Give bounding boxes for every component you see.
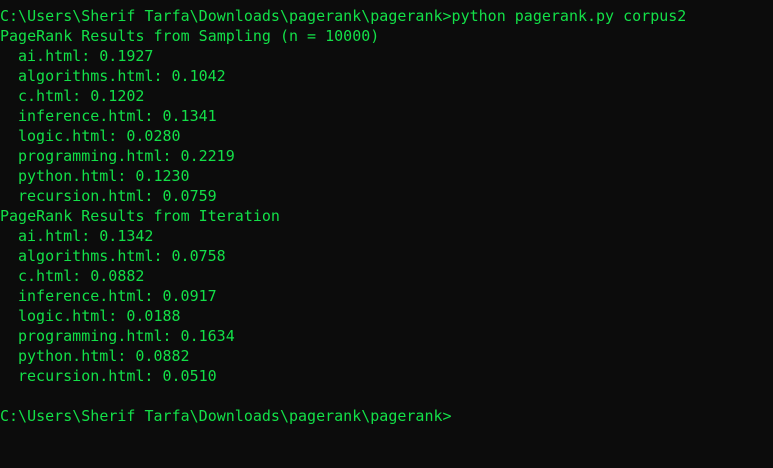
prompt-line[interactable]: C:\Users\Sherif Tarfa\Downloads\pagerank… bbox=[0, 406, 773, 426]
iteration-result: python.html: 0.0882 bbox=[18, 347, 190, 365]
sampling-result: c.html: 0.1202 bbox=[18, 87, 145, 105]
iteration-result: recursion.html: 0.0510 bbox=[18, 367, 217, 385]
iteration-result: algorithms.html: 0.0758 bbox=[18, 247, 226, 265]
iteration-header: PageRank Results from Iteration bbox=[0, 207, 280, 225]
sampling-result: ai.html: 0.1927 bbox=[18, 47, 154, 65]
sampling-result: algorithms.html: 0.1042 bbox=[18, 67, 226, 85]
iteration-result: logic.html: 0.0188 bbox=[18, 307, 181, 325]
sampling-header: PageRank Results from Sampling (n = 1000… bbox=[0, 27, 380, 45]
sampling-result: inference.html: 0.1341 bbox=[18, 107, 217, 125]
iteration-result: ai.html: 0.1342 bbox=[18, 227, 154, 245]
sampling-result: recursion.html: 0.0759 bbox=[18, 187, 217, 205]
iteration-result: c.html: 0.0882 bbox=[18, 267, 145, 285]
iteration-result: inference.html: 0.0917 bbox=[18, 287, 217, 305]
terminal-window[interactable]: C:\Users\Sherif Tarfa\Downloads\pagerank… bbox=[0, 0, 773, 468]
sampling-result: programming.html: 0.2219 bbox=[18, 147, 235, 165]
sampling-result: python.html: 0.1230 bbox=[18, 167, 190, 185]
iteration-result: programming.html: 0.1634 bbox=[18, 327, 235, 345]
sampling-result: logic.html: 0.0280 bbox=[18, 127, 181, 145]
command-line: C:\Users\Sherif Tarfa\Downloads\pagerank… bbox=[0, 7, 687, 25]
